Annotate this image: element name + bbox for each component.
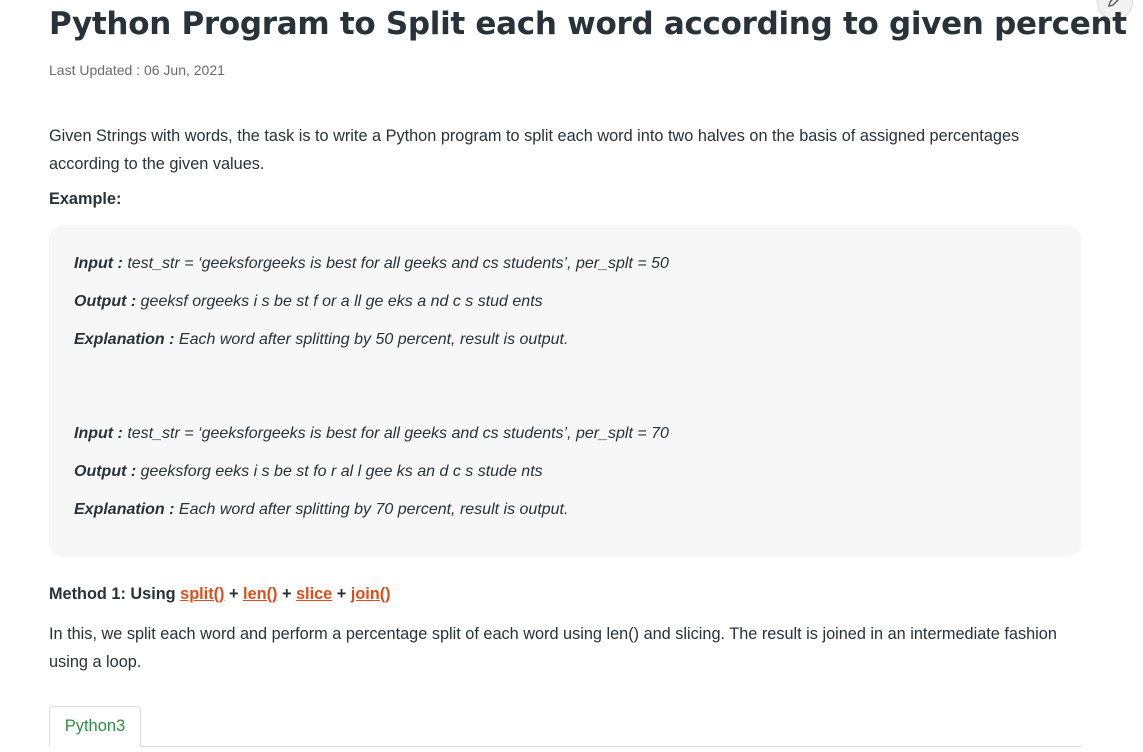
example-output: Output : geeksf orgeeks i s be st f or a… (74, 293, 543, 310)
example-input: Input : test_str = ‘geeksforgeeks is bes… (74, 255, 669, 272)
example-input: Input : test_str = ‘geeksforgeeks is bes… (74, 425, 669, 442)
example-explanation: Explanation : Each word after splitting … (74, 331, 569, 348)
page-title: Python Program to Split each word accord… (49, 6, 1127, 42)
method-description: In this, we split each word and perform … (49, 625, 1057, 671)
join-link[interactable]: join() (351, 585, 391, 603)
example-explanation: Explanation : Each word after splitting … (74, 501, 569, 518)
example-box: Input : test_str = ‘geeksforgeeks is bes… (49, 225, 1081, 557)
intro-paragraph: Given Strings with words, the task is to… (49, 127, 1020, 173)
code-tabs-divider (49, 746, 1081, 747)
len-link[interactable]: len() (243, 585, 277, 603)
example-output: Output : geeksforg eeks i s be st fo r a… (74, 463, 543, 480)
slice-link[interactable]: slice (296, 585, 332, 603)
split-link[interactable]: split() (180, 585, 224, 603)
last-updated: Last Updated : 06 Jun, 2021 (49, 62, 225, 78)
method-heading: Method 1: Using split() + len() + slice … (49, 585, 391, 603)
example-heading: Example: (49, 190, 122, 208)
tab-python3[interactable]: Python3 (49, 706, 141, 747)
